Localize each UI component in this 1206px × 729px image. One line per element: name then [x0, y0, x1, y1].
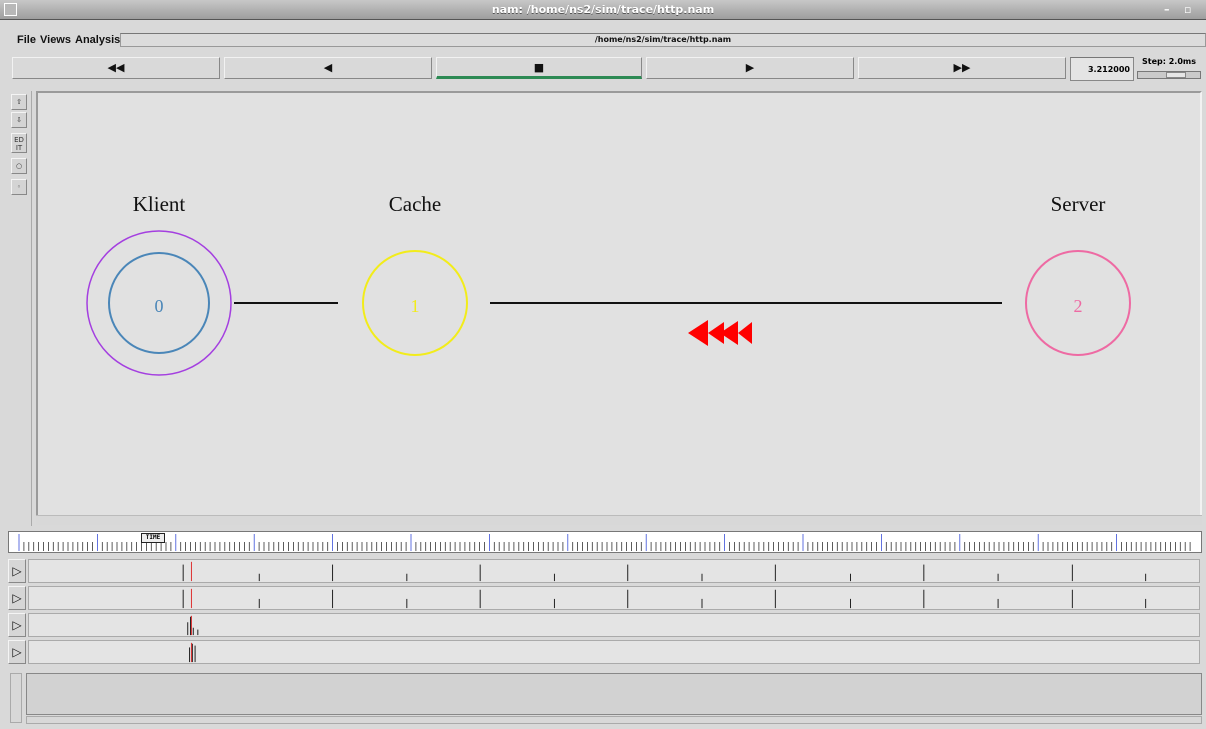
menu-analysis[interactable]: Analysis [75, 34, 120, 46]
zoom-in-icon[interactable]: ⇧ [11, 94, 27, 110]
title-bar: nam: /home/ns2/sim/trace/http.nam – ▫ [0, 0, 1206, 20]
time-slider-marker[interactable]: TIME [141, 533, 165, 543]
menu-views[interactable]: Views [40, 34, 71, 46]
monitor-2-toggle-icon[interactable]: ▷ [8, 586, 26, 610]
monitor-row-1: ▷ [8, 559, 1202, 583]
monitor-3-graph [28, 613, 1200, 637]
step-label: Step: 2.0ms [1142, 57, 1196, 66]
menu-file[interactable]: File [17, 34, 36, 46]
annotation-panel[interactable] [26, 673, 1202, 715]
node-0-id: 0 [155, 296, 164, 316]
time-display: 3.212000 [1070, 57, 1134, 81]
monitor-4-graph [28, 640, 1200, 664]
nam-window: nam: /home/ns2/sim/trace/http.nam – ▫ Fi… [0, 0, 1206, 729]
zoom-out-icon[interactable]: ⇩ [11, 112, 27, 128]
tool-column: ⇧ ⇩ ED IT ○ ◦ [8, 91, 32, 526]
step-control: Step: 2.0ms [1136, 57, 1202, 81]
annotation-vertical-scrollbar[interactable] [10, 673, 22, 723]
canvas-horizontal-scrollbar[interactable] [36, 515, 1202, 525]
trace-file-path: /home/ns2/sim/trace/http.nam [120, 33, 1206, 47]
packet-1 [688, 320, 708, 346]
step-slider[interactable] [1137, 71, 1201, 79]
network-canvas[interactable]: 0 Klient 1 Cache 2 Server [36, 91, 1202, 525]
annotation-horizontal-scrollbar[interactable] [26, 716, 1202, 724]
monitor-3-toggle-icon[interactable]: ▷ [8, 613, 26, 637]
packet-2-tail [738, 322, 752, 344]
monitor-1-toggle-icon[interactable]: ▷ [8, 559, 26, 583]
node-1-label: Cache [389, 192, 441, 216]
node-2-id: 2 [1074, 296, 1083, 316]
node-2-label: Server [1051, 192, 1106, 216]
time-slider[interactable]: TIME [8, 531, 1202, 553]
rewind-button[interactable]: ◀ [224, 57, 432, 79]
small-circle-tool-icon[interactable]: ◦ [11, 179, 27, 195]
fast-forward-button[interactable]: ▶▶ [858, 57, 1066, 79]
monitor-row-2: ▷ [8, 586, 1202, 610]
maximize-button[interactable]: ▫ [1184, 3, 1191, 16]
monitor-row-4: ▷ [8, 640, 1202, 664]
circle-tool-icon[interactable]: ○ [11, 158, 27, 174]
node-0-label: Klient [133, 192, 186, 216]
monitor-1-graph [28, 559, 1200, 583]
window-title: nam: /home/ns2/sim/trace/http.nam [491, 3, 715, 16]
node-1-id: 1 [411, 296, 420, 316]
play-button[interactable]: ▶ [646, 57, 854, 79]
time-slider-ticks [18, 534, 1191, 551]
monitor-2-graph [28, 586, 1200, 610]
step-slider-thumb[interactable] [1166, 72, 1186, 78]
monitor-row-3: ▷ [8, 613, 1202, 637]
monitor-4-toggle-icon[interactable]: ▷ [8, 640, 26, 664]
stop-button[interactable]: ■ [436, 57, 642, 79]
edit-button[interactable]: ED IT [11, 133, 27, 153]
network-graph: 0 Klient 1 Cache 2 Server [86, 192, 1131, 376]
fast-rewind-button[interactable]: ◀◀ [12, 57, 220, 79]
minimize-button[interactable]: – [1164, 3, 1170, 16]
